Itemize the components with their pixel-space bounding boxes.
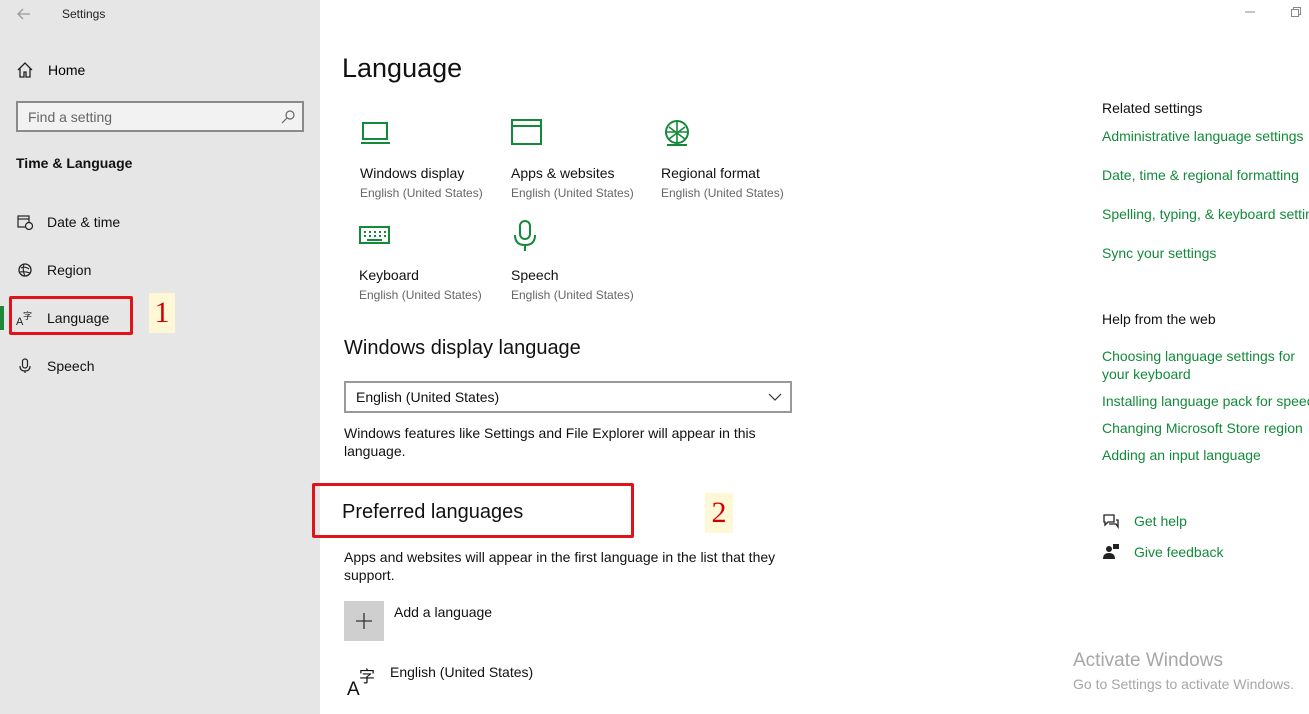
sidebar-item-label: Speech — [47, 358, 95, 374]
help-link-language-pack[interactable]: Installing language pack for speech — [1102, 392, 1309, 410]
language-icon: A字 — [347, 667, 375, 697]
window-title: Settings — [62, 7, 106, 21]
sidebar: Settings Home Time & Language Date & tim… — [0, 0, 320, 714]
tile-sub: English (United States) — [511, 186, 634, 200]
tile-windows-display[interactable]: Windows display English (United States) — [360, 118, 500, 200]
display-language-heading: Windows display language — [344, 337, 581, 359]
related-settings-heading: Related settings — [1102, 100, 1203, 116]
sidebar-item-speech[interactable]: Speech — [0, 346, 320, 386]
tile-speech[interactable]: Speech English (United States) — [511, 220, 651, 302]
sidebar-item-region[interactable]: Region — [0, 250, 320, 290]
tile-sub: English (United States) — [360, 186, 483, 200]
tile-apps-websites[interactable]: Apps & websites English (United States) — [511, 118, 651, 200]
home-link[interactable]: Home — [16, 59, 85, 81]
display-language-description: Windows features like Settings and File … — [344, 425, 756, 459]
minimize-icon[interactable] — [1245, 6, 1255, 20]
active-indicator — [0, 306, 4, 330]
add-language-button[interactable] — [344, 601, 384, 641]
preferred-languages-description: Apps and websites will appear in the fir… — [344, 549, 776, 583]
globe-format-icon — [665, 120, 689, 146]
get-help-link[interactable]: Get help — [1102, 512, 1187, 530]
search-input[interactable] — [28, 108, 268, 125]
annotation-number-1: 1 — [149, 293, 175, 333]
language-list-item[interactable]: English (United States) — [390, 664, 533, 680]
maximize-icon[interactable] — [1291, 6, 1301, 20]
related-link-spelling-typing[interactable]: Spelling, typing, & keyboard settings — [1102, 205, 1309, 223]
sidebar-item-date-time[interactable]: Date & time — [0, 202, 320, 242]
annotation-number-2: 2 — [705, 493, 733, 533]
annotation-box-preferred — [312, 483, 634, 538]
home-icon — [17, 62, 33, 78]
tile-name: Speech — [511, 267, 559, 283]
back-arrow-icon[interactable] — [12, 4, 36, 24]
microphone-icon — [514, 220, 536, 251]
dropdown-value: English (United States) — [356, 389, 500, 405]
globe-icon — [16, 261, 34, 279]
help-link-choosing-language[interactable]: Choosing language settings for your keyb… — [1102, 347, 1309, 383]
tile-name: Keyboard — [359, 267, 419, 283]
get-help-label: Get help — [1134, 513, 1187, 529]
monitor-icon — [361, 122, 390, 144]
related-link-admin-language[interactable]: Administrative language settings — [1102, 127, 1304, 145]
browser-window-icon — [511, 119, 542, 145]
help-link-store-region[interactable]: Changing Microsoft Store region — [1102, 419, 1303, 437]
annotation-box-language — [9, 296, 133, 335]
tile-name: Windows display — [360, 165, 465, 181]
search-box[interactable] — [16, 101, 304, 132]
tile-sub: English (United States) — [511, 288, 634, 302]
section-title: Time & Language — [16, 155, 133, 171]
activation-title: Activate Windows — [1073, 650, 1223, 671]
search-icon[interactable] — [280, 109, 296, 125]
related-link-date-time-format[interactable]: Date, time & regional formatting — [1102, 166, 1299, 184]
sidebar-item-label: Date & time — [47, 214, 121, 230]
activation-watermark: Activate Windows Go to Settings to activ… — [1073, 650, 1294, 692]
activation-subtitle: Go to Settings to activate Windows. — [1073, 676, 1294, 692]
help-link-input-language[interactable]: Adding an input language — [1102, 446, 1261, 464]
tile-regional-format[interactable]: Regional format English (United States) — [661, 118, 801, 200]
display-language-dropdown[interactable]: English (United States) — [344, 381, 792, 413]
chevron-down-icon — [768, 393, 782, 401]
svg-text:字: 字 — [359, 667, 375, 686]
give-feedback-link[interactable]: Give feedback — [1102, 543, 1224, 561]
tile-keyboard[interactable]: Keyboard English (United States) — [359, 220, 499, 302]
plus-icon — [356, 613, 372, 629]
help-web-heading: Help from the web — [1102, 311, 1216, 327]
add-language-label[interactable]: Add a language — [394, 604, 492, 620]
sidebar-item-label: Region — [47, 262, 92, 278]
microphone-icon — [16, 357, 34, 375]
calendar-clock-icon — [16, 213, 34, 231]
tile-sub: English (United States) — [661, 186, 784, 200]
home-label: Home — [48, 62, 86, 78]
related-link-sync-settings[interactable]: Sync your settings — [1102, 244, 1216, 262]
give-feedback-label: Give feedback — [1134, 544, 1224, 560]
tile-sub: English (United States) — [359, 288, 482, 302]
feedback-person-icon — [1103, 544, 1119, 559]
page-title: Language — [342, 53, 463, 83]
keyboard-icon — [359, 226, 390, 244]
chat-help-icon — [1103, 514, 1119, 530]
tile-name: Regional format — [661, 165, 760, 181]
tile-name: Apps & websites — [511, 165, 615, 181]
